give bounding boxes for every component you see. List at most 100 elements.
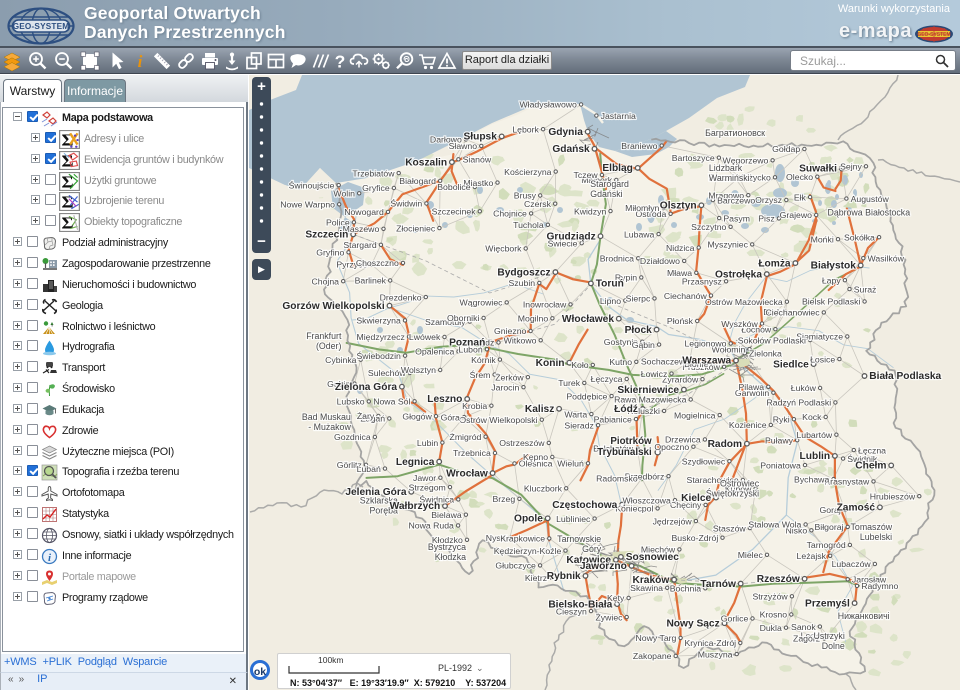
svg-text:Puławy: Puławy (765, 435, 794, 445)
svg-text:Nowogard: Nowogard (344, 207, 384, 217)
svg-text:Gdynia: Gdynia (548, 127, 583, 138)
svg-text:Poznań: Poznań (449, 338, 485, 349)
svg-text:Białogard: Białogard (399, 176, 436, 186)
svg-text:Lubań: Lubań (357, 464, 381, 474)
svg-text:Ostrów Mazowiecka: Ostrów Mazowiecka (705, 297, 783, 307)
svg-text:Rawa Mazowiecka: Rawa Mazowiecka (614, 395, 687, 405)
svg-text:Łódź: Łódź (614, 404, 638, 415)
svg-text:(Oder): (Oder) (316, 341, 341, 351)
svg-text:Kędzierzyn-Koźle: Kędzierzyn-Koźle (494, 546, 562, 556)
svg-text:Ostrowiec: Ostrowiec (720, 479, 760, 489)
svg-text:Głogów: Głogów (402, 411, 432, 421)
svg-text:Radomsko: Radomsko (596, 474, 638, 484)
svg-text:Łęczyca: Łęczyca (591, 374, 623, 384)
svg-text:Mława: Mława (667, 268, 692, 278)
svg-text:Hrubieszów: Hrubieszów (870, 491, 916, 501)
svg-text:Chojnice: Chojnice (493, 209, 527, 219)
svg-text:Miłomłyn: Miłomłyn (625, 203, 659, 213)
svg-text:Lubsko: Lubsko (337, 397, 365, 407)
svg-text:Kwidzyn: Kwidzyn (574, 206, 607, 216)
svg-text:Sianów: Sianów (463, 155, 492, 165)
svg-text:Opole: Opole (514, 514, 543, 525)
svg-text:Łęczna: Łęczna (858, 445, 886, 455)
svg-text:Bochnia: Bochnia (670, 584, 702, 594)
svg-text:Nowy Targ: Nowy Targ (636, 633, 677, 643)
svg-text:Świętokrzyski: Świętokrzyski (706, 488, 759, 499)
svg-text:Σ: Σ (61, 214, 73, 233)
svg-text:Ostrołęka: Ostrołęka (715, 269, 762, 280)
svg-text:Tarnowskie: Tarnowskie (557, 534, 601, 544)
svg-text:Suraż: Suraż (854, 284, 877, 294)
svg-text:Starogard: Starogard (590, 179, 629, 189)
svg-text:Żmigród: Żmigród (450, 432, 482, 442)
svg-text:Kępno: Kępno (523, 452, 548, 462)
svg-text:Radom: Radom (708, 439, 743, 450)
svg-text:Myszyniec: Myszyniec (707, 240, 748, 250)
svg-text:Bystrzyca: Bystrzyca (428, 542, 466, 552)
svg-text:Lubartów: Lubartów (796, 430, 832, 440)
svg-text:Olsztyn: Olsztyn (660, 201, 697, 212)
svg-text:Łowicz: Łowicz (641, 369, 668, 379)
svg-text:Багратионовск: Багратионовск (705, 128, 765, 138)
svg-text:Kluczbork: Kluczbork (524, 484, 563, 494)
svg-text:Σ: Σ (61, 172, 73, 191)
svg-text:Lubaczów: Lubaczów (832, 559, 872, 569)
svg-text:Lębork: Lębork (512, 124, 539, 134)
svg-text:Gryfino: Gryfino (316, 248, 344, 258)
svg-text:Strzegom: Strzegom (409, 482, 446, 492)
svg-text:Gąbin: Gąbin (632, 340, 655, 350)
svg-text:Jaworzno: Jaworzno (580, 561, 627, 572)
svg-text:Legnica: Legnica (396, 457, 435, 468)
svg-text:Drezdenko: Drezdenko (380, 292, 422, 302)
svg-text:Bielsko-Biała: Bielsko-Biała (548, 599, 612, 610)
svg-text:Złocieniec: Złocieniec (396, 223, 436, 233)
svg-text:Wasilków: Wasilków (868, 253, 905, 263)
svg-text:Nowa Ruda: Nowa Ruda (408, 521, 454, 531)
svg-text:Rybnik: Rybnik (547, 571, 581, 582)
svg-text:Gołdap: Gołdap (772, 144, 800, 154)
svg-text:Skwierzyna: Skwierzyna (356, 316, 401, 326)
svg-text:Słupsk: Słupsk (463, 132, 497, 143)
svg-text:Нижанковичі: Нижанковичі (838, 611, 890, 621)
svg-text:Częstochowa: Częstochowa (552, 500, 617, 511)
svg-text:Krosno: Krosno (760, 610, 788, 620)
svg-text:Nowy Sącz: Nowy Sącz (666, 618, 719, 629)
svg-text:Siedlce: Siedlce (773, 359, 809, 370)
svg-text:Biłgoraj: Biłgoraj (815, 522, 844, 532)
svg-text:Lubliniec: Lubliniec (556, 514, 591, 524)
svg-text:Sierpc: Sierpc (626, 294, 651, 304)
svg-text:Lubelski: Lubelski (860, 532, 892, 542)
svg-text:Toruń: Toruń (596, 279, 624, 290)
svg-text:Oborniki: Oborniki (447, 313, 479, 323)
svg-text:Zielonka: Zielonka (749, 348, 782, 358)
svg-text:Władysławowo: Władysławowo (519, 100, 577, 110)
svg-text:Tuchola: Tuchola (513, 220, 544, 230)
svg-text:Rzeszów: Rzeszów (757, 574, 800, 585)
svg-text:Ustrzyki: Ustrzyki (814, 631, 845, 641)
svg-text:Brusy: Brusy (514, 191, 537, 201)
svg-text:Poniatowa: Poniatowa (760, 460, 801, 470)
svg-text:Kielce: Kielce (681, 493, 711, 504)
svg-text:Muszyna: Muszyna (698, 649, 733, 659)
svg-text:Świdwin: Świdwin (390, 198, 422, 209)
svg-text:Orzysz: Orzysz (755, 195, 782, 205)
svg-text:Bydgoszcz: Bydgoszcz (497, 267, 550, 278)
svg-text:Krapkowice: Krapkowice (500, 534, 545, 544)
svg-text:Skierniewice: Skierniewice (617, 385, 679, 396)
svg-text:Sochaczew: Sochaczew (641, 357, 686, 367)
svg-text:Lipno: Lipno (600, 296, 621, 306)
svg-text:Nidzica: Nidzica (666, 243, 695, 253)
svg-text:Koniecpol: Koniecpol (615, 504, 653, 514)
svg-text:Kutno: Kutno (609, 357, 632, 367)
svg-text:Kietrz: Kietrz (525, 573, 547, 583)
svg-text:Żerków: Żerków (495, 372, 524, 382)
svg-text:Pabianice: Pabianice (594, 414, 632, 424)
svg-text:Gorlice: Gorlice (721, 614, 749, 624)
svg-text:Biała Podlaska: Biała Podlaska (869, 371, 941, 382)
svg-text:Chełm: Chełm (855, 461, 886, 472)
svg-text:i: i (138, 52, 143, 71)
svg-text:Augustów: Augustów (851, 194, 890, 204)
svg-text:Elbląg: Elbląg (602, 163, 633, 174)
svg-text:Lubawa: Lubawa (624, 229, 655, 239)
svg-text:Koszalin: Koszalin (405, 157, 447, 168)
